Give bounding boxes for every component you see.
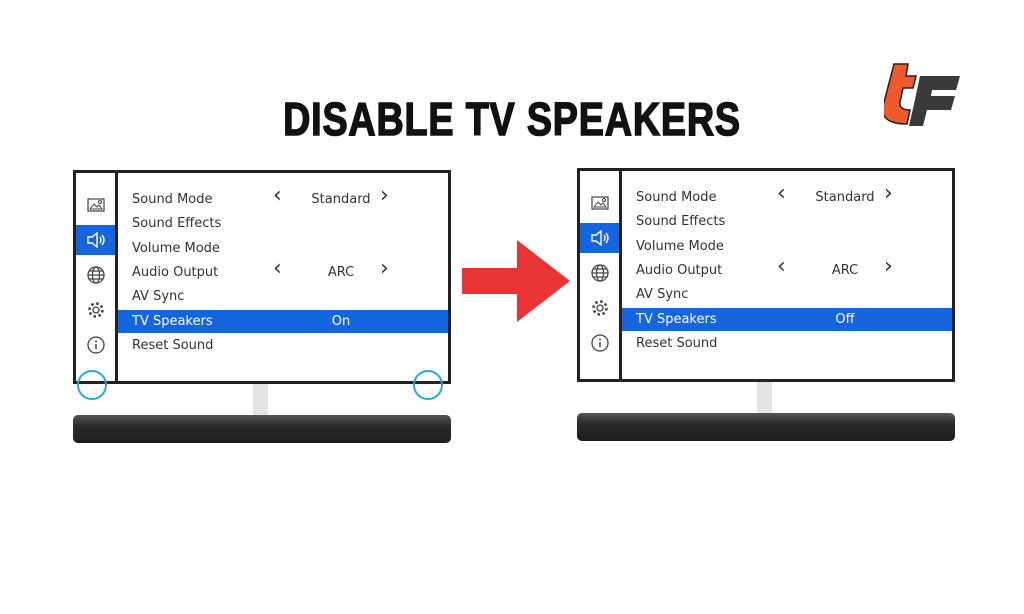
menu-item[interactable]: Reset Sound xyxy=(118,334,448,357)
menu-item[interactable]: Audio Output ARC ‹ › xyxy=(118,256,448,284)
menu-item-label: TV Speakers xyxy=(636,311,717,327)
page-title: DISABLE TV SPEAKERS xyxy=(282,92,741,146)
menu-item[interactable]: Sound Effects xyxy=(118,212,448,235)
menu-item-label: Sound Effects xyxy=(636,214,726,230)
menu-item-label: AV Sync xyxy=(132,289,185,305)
menu-item-value: ARC xyxy=(327,264,355,280)
tv-screen: Sound Mode Standard ‹ › Sound Effects Volume … xyxy=(73,170,451,384)
menu-item-label: Volume Mode xyxy=(636,238,724,254)
menu-item-label: Sound Effects xyxy=(132,216,222,232)
chevron-left-icon[interactable]: ‹ xyxy=(273,256,282,281)
globe-icon[interactable] xyxy=(580,258,619,288)
menu-item-value: On xyxy=(331,313,351,329)
menu-item-label: TV Speakers xyxy=(132,313,213,329)
menu-item[interactable]: Volume Mode xyxy=(118,237,448,260)
tv-before: Sound Mode Standard ‹ › Sound Effects Volume … xyxy=(73,170,451,450)
chevron-right-icon[interactable]: › xyxy=(884,181,893,206)
menu-item-label: Sound Mode xyxy=(636,190,717,205)
speaker-icon[interactable] xyxy=(580,223,619,253)
tv-stand xyxy=(253,384,268,417)
chevron-right-icon[interactable]: › xyxy=(380,183,389,208)
menu-item[interactable]: AV Sync xyxy=(622,283,952,306)
menu-item[interactable]: TV Speakers Off xyxy=(622,307,952,331)
tv-after: Sound Mode Standard ‹ › Sound Effects Volume … xyxy=(577,168,955,448)
soundbar xyxy=(73,415,451,443)
menu-item-label: Audio Output xyxy=(132,264,219,280)
arrow-right-icon xyxy=(462,240,570,322)
menu-item-label: Sound Mode xyxy=(132,192,213,207)
soundbar xyxy=(577,413,955,441)
menu-item-label: Reset Sound xyxy=(636,335,718,351)
menu-item[interactable]: Reset Sound xyxy=(622,332,952,355)
picture-icon[interactable] xyxy=(76,190,115,220)
menu-item-value: ARC xyxy=(831,262,859,278)
menu-item-label: AV Sync xyxy=(636,287,689,303)
chevron-left-icon[interactable]: ‹ xyxy=(273,183,282,208)
settings-sidebar xyxy=(76,173,118,381)
chevron-left-icon[interactable]: ‹ xyxy=(777,254,786,279)
speaker-icon[interactable] xyxy=(76,225,115,255)
gear-icon[interactable] xyxy=(76,295,115,325)
menu-item[interactable]: TV Speakers On xyxy=(118,309,448,333)
chevron-right-icon[interactable]: › xyxy=(380,256,389,281)
info-icon[interactable] xyxy=(580,328,619,358)
menu-item[interactable]: AV Sync xyxy=(118,285,448,308)
menu-item[interactable]: Sound Effects xyxy=(622,210,952,233)
chevron-right-icon[interactable]: › xyxy=(884,254,893,279)
picture-icon[interactable] xyxy=(580,188,619,218)
menu-item-value: Standard xyxy=(815,190,875,205)
info-icon[interactable] xyxy=(76,330,115,360)
menu-item-label: Volume Mode xyxy=(132,240,220,256)
menu-item-value: Standard xyxy=(311,192,371,207)
tv-screen: Sound Mode Standard ‹ › Sound Effects Volume … xyxy=(577,168,955,382)
tv-stand xyxy=(757,382,772,415)
menu-item[interactable]: Volume Mode xyxy=(622,235,952,258)
menu-item[interactable]: Audio Output ARC ‹ › xyxy=(622,254,952,282)
menu-item-value: Off xyxy=(835,311,855,327)
menu-item[interactable]: Sound Mode Standard ‹ › xyxy=(118,183,448,211)
logo xyxy=(884,63,960,126)
globe-icon[interactable] xyxy=(76,260,115,290)
gear-icon[interactable] xyxy=(580,293,619,323)
menu-item-label: Audio Output xyxy=(636,262,723,278)
settings-sidebar xyxy=(580,171,622,379)
chevron-left-icon[interactable]: ‹ xyxy=(777,181,786,206)
menu-item[interactable]: Sound Mode Standard ‹ › xyxy=(622,181,952,209)
menu-item-label: Reset Sound xyxy=(132,337,214,353)
highlight-circle xyxy=(77,370,107,400)
highlight-circle xyxy=(413,370,443,400)
